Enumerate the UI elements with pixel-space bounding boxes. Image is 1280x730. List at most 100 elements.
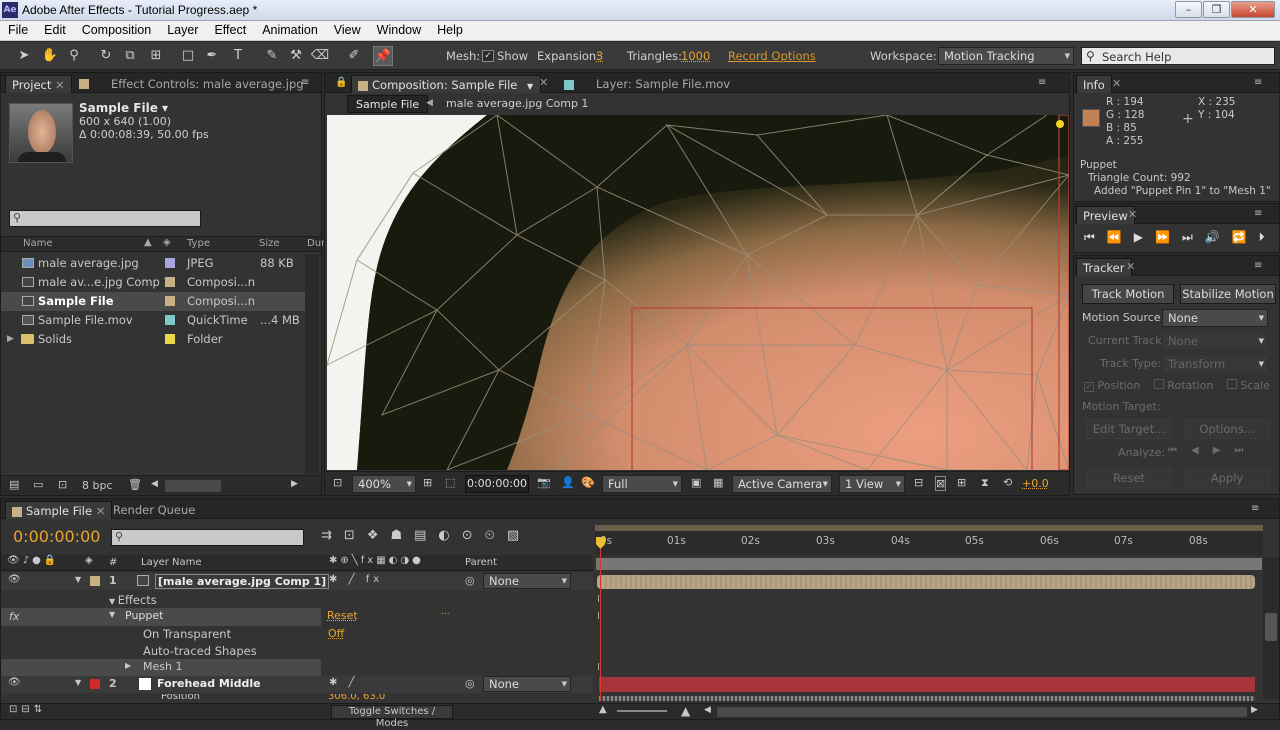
layer-label-color[interactable] xyxy=(90,576,100,586)
last-frame-icon[interactable]: ⏭ xyxy=(1182,230,1205,244)
position-value[interactable]: 306.0, 63.0 xyxy=(328,694,385,702)
col-duration[interactable]: Dur xyxy=(307,238,325,249)
pan-behind-tool-icon[interactable]: ⊞ xyxy=(146,46,166,66)
always-preview-icon[interactable]: ⊡ xyxy=(333,476,342,489)
panel-menu-icon[interactable]: ≡ xyxy=(1038,77,1046,88)
live-update-icon[interactable]: ⊡ xyxy=(344,528,367,543)
ram-preview-icon[interactable]: ⏵ xyxy=(1259,230,1277,244)
puppet-effect-row[interactable]: fx ▼ Puppet xyxy=(1,608,321,626)
menu-help[interactable]: Help xyxy=(429,21,471,41)
tab-info[interactable]: Info xyxy=(1076,75,1112,93)
edit-target-button[interactable]: Edit Target... xyxy=(1086,419,1172,439)
menu-animation[interactable]: Animation xyxy=(254,21,326,41)
menu-layer[interactable]: Layer xyxy=(159,21,206,41)
toggle-switches-modes-button[interactable]: Toggle Switches / Modes xyxy=(331,705,453,719)
track-motion-button[interactable]: Track Motion xyxy=(1082,284,1174,304)
zoom-slider[interactable] xyxy=(617,710,667,712)
stabilize-motion-button[interactable]: Stabilize Motion xyxy=(1180,284,1276,304)
parent-dropdown[interactable]: None xyxy=(483,676,571,692)
collapse-arrow-icon[interactable]: ▼ xyxy=(109,597,118,606)
composition-viewer[interactable] xyxy=(327,115,1069,470)
brainstorm-icon[interactable]: ⏲ xyxy=(485,528,507,543)
col-name[interactable]: Name xyxy=(23,238,53,249)
toggle-mask-icon[interactable]: ⬚ xyxy=(445,476,455,489)
zoom-tool-icon[interactable]: ⚲ xyxy=(64,46,84,66)
layer-switches[interactable]: ✱ ╱ fx xyxy=(329,574,383,585)
keyframe-marker[interactable]: I xyxy=(597,662,600,673)
horizontal-scroll-thumb[interactable] xyxy=(717,707,1247,717)
layer-row[interactable]: 👁 ▼ 2 Forehead Middle ✱ ╱ ◎ None xyxy=(1,676,593,693)
new-composition-icon[interactable]: ⊡ xyxy=(58,478,67,491)
menu-composition[interactable]: Composition xyxy=(74,21,159,41)
tab-effect-controls[interactable]: Effect Controls: male average.jpg xyxy=(105,75,310,93)
selection-tool-icon[interactable]: ➤ xyxy=(14,46,34,66)
col-layer-name[interactable]: Layer Name xyxy=(141,557,202,568)
time-ruler[interactable]: 0s 01s 02s 03s 04s 05s 06s 07s 08s xyxy=(595,525,1263,555)
rotation-tool-icon[interactable]: ↻ xyxy=(96,46,116,66)
fast-previews-icon[interactable]: ⊠ xyxy=(935,476,946,491)
trash-icon[interactable]: 🗑 xyxy=(128,478,142,491)
list-item[interactable]: male average.jpg JPEG 88 KB xyxy=(1,254,305,273)
col-size[interactable]: Size xyxy=(259,238,280,249)
layer-name[interactable]: Forehead Middle xyxy=(157,677,261,690)
close-icon[interactable]: ✕ xyxy=(539,76,548,89)
reset-effect-link[interactable]: Reset xyxy=(327,609,358,622)
scale-checkbox[interactable] xyxy=(1227,379,1237,389)
timeline-icon[interactable]: ⊞ xyxy=(957,476,966,489)
layer-switches[interactable]: ✱ ╱ xyxy=(329,677,359,688)
label-color-swatch[interactable] xyxy=(165,315,175,325)
label-color-swatch[interactable] xyxy=(165,296,175,306)
tab-timeline-comp[interactable]: Sample File ✕ xyxy=(5,501,112,519)
hand-tool-icon[interactable]: ✋ xyxy=(40,46,60,66)
label-color-swatch[interactable] xyxy=(165,258,175,268)
first-frame-icon[interactable]: ⏮ xyxy=(1084,230,1107,244)
scroll-right-icon[interactable]: ▶ xyxy=(1251,705,1258,715)
list-item[interactable]: Sample File.mov QuickTime ...4 MB xyxy=(1,311,305,330)
resolution-dropdown[interactable]: Full xyxy=(602,475,682,493)
workspace-dropdown[interactable]: Motion Tracking xyxy=(938,47,1074,65)
comp-mini-flowchart-icon[interactable]: ⇉ xyxy=(321,528,344,543)
analyze-forward-icon[interactable]: ▶ xyxy=(1213,445,1235,456)
brush-tool-icon[interactable]: ✎ xyxy=(262,46,282,66)
toggle-pixel-aspect-icon[interactable]: ⊟ xyxy=(914,476,923,489)
lock-icon[interactable]: 🔒 xyxy=(335,77,347,88)
flowchart-icon[interactable]: ⧗ xyxy=(981,476,989,490)
scroll-left-icon[interactable]: ◀ xyxy=(151,479,158,489)
close-icon[interactable]: ✕ xyxy=(55,78,65,92)
zoom-out-icon[interactable]: ▲ xyxy=(599,704,607,715)
apply-button[interactable]: Apply xyxy=(1184,468,1270,488)
reset-button[interactable]: Reset xyxy=(1086,468,1172,488)
zoom-in-icon[interactable]: ▲ xyxy=(681,704,690,718)
expand-arrow-icon[interactable]: ▶ xyxy=(125,661,131,670)
fx-icon[interactable]: fx xyxy=(9,610,19,623)
expansion-value[interactable]: 3 xyxy=(596,49,603,63)
scroll-thumb[interactable] xyxy=(1265,613,1277,641)
current-time-display[interactable]: 0:00:00:00 xyxy=(465,475,529,493)
shape-tool-icon[interactable]: □ xyxy=(178,46,198,66)
playhead-handle[interactable] xyxy=(596,537,605,549)
close-icon[interactable]: ✕ xyxy=(1128,208,1137,221)
audio-icon[interactable]: 🔊 xyxy=(1205,230,1232,244)
layer-label-color[interactable] xyxy=(90,679,100,689)
camera-view-dropdown[interactable]: Active Camera xyxy=(732,475,832,493)
keyframe-marker[interactable]: I xyxy=(597,594,600,605)
draft-3d-icon[interactable]: ❖ xyxy=(367,528,391,543)
bit-depth-label[interactable]: 8 bpc xyxy=(82,479,113,492)
motion-blur-icon[interactable]: ◐ xyxy=(438,528,461,543)
show-mesh-checkbox[interactable]: ✓ xyxy=(482,50,494,62)
position-checkbox[interactable]: ✓ xyxy=(1084,382,1094,392)
roto-brush-tool-icon[interactable]: ✐ xyxy=(344,46,364,66)
label-color-swatch[interactable] xyxy=(165,277,175,287)
list-item-selected[interactable]: Sample File Composi...n xyxy=(1,292,305,311)
about-effect-link[interactable]: ... xyxy=(441,607,450,617)
project-search-input[interactable]: ⚲ xyxy=(9,210,201,227)
triangles-value[interactable]: 1000 xyxy=(681,49,710,63)
scroll-left-icon[interactable]: ◀ xyxy=(704,705,711,715)
maximize-button[interactable]: ❐ xyxy=(1203,1,1230,18)
tab-tracker[interactable]: Tracker xyxy=(1076,258,1132,276)
transparency-grid-icon[interactable]: ▦ xyxy=(713,476,723,489)
play-icon[interactable]: ▶ xyxy=(1134,230,1155,244)
puppet-pin-tool-icon[interactable]: 📌 xyxy=(373,46,393,66)
layer-name[interactable]: [male average.jpg Comp 1] xyxy=(155,574,329,589)
panel-menu-icon[interactable]: ≡ xyxy=(1254,208,1262,219)
